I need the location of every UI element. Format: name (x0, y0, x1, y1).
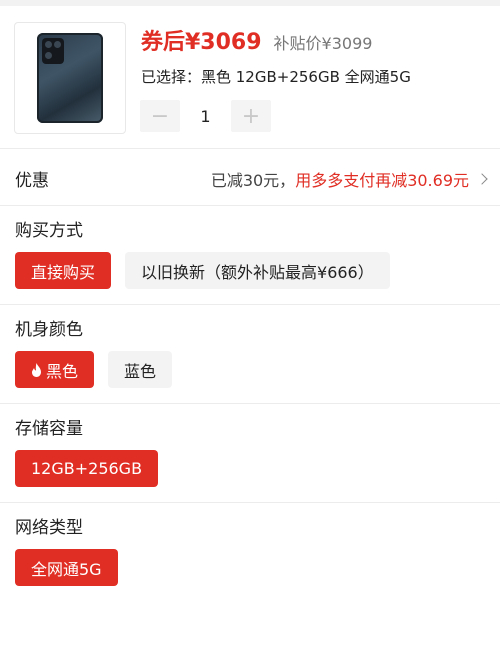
option-trade-in[interactable]: 以旧换新（额外补贴最高¥666） (125, 252, 390, 289)
storage-options: 12GB+256GB (15, 450, 159, 487)
discount-promo: 用多多支付再减30.69元 (295, 171, 469, 190)
discount-info: 已减30元， 用多多支付再减30.69元 (210, 167, 488, 191)
coupon-price: 券后¥3069 (141, 30, 262, 55)
section-title: 存储容量 (15, 419, 83, 439)
selected-spec: 已选择：黑色 12GB+256GB 全网通5G (141, 68, 411, 86)
discount-reduced: 已减30元， (210, 171, 296, 190)
camera-module (42, 38, 64, 64)
purchase-method-options: 直接购买 以旧换新（额外补贴最高¥666） (15, 252, 390, 289)
option-label: 黑色 (46, 361, 79, 381)
quantity-stepper: − 1 + (140, 100, 271, 132)
option-storage-12-256[interactable]: 12GB+256GB (15, 450, 159, 487)
option-color-black[interactable]: 黑色 (15, 351, 95, 388)
network-section: 网络类型 全网通5G (0, 503, 500, 601)
discount-row[interactable]: 优惠 已减30元， 用多多支付再减30.69元 (0, 149, 500, 205)
flame-icon (32, 362, 41, 377)
section-title: 购买方式 (15, 221, 83, 241)
discount-label: 优惠 (15, 171, 49, 191)
chevron-right-icon (476, 173, 488, 185)
storage-section: 存储容量 12GB+256GB (0, 404, 500, 502)
subsidy-price: 补贴价¥3099 (273, 34, 373, 53)
color-section: 机身颜色 黑色 蓝色 (0, 305, 500, 403)
section-title: 机身颜色 (15, 320, 83, 340)
product-header: 券后¥3069 补贴价¥3099 已选择：黑色 12GB+256GB 全网通5G… (0, 6, 500, 148)
network-options: 全网通5G (15, 549, 118, 586)
decrement-button[interactable]: − (140, 100, 180, 132)
price-block: 券后¥3069 补贴价¥3099 (141, 24, 372, 56)
quantity-value[interactable]: 1 (180, 107, 231, 126)
product-thumbnail[interactable] (14, 22, 126, 134)
purchase-method-section: 购买方式 直接购买 以旧换新（额外补贴最高¥666） (0, 206, 500, 304)
increment-button[interactable]: + (231, 100, 271, 132)
option-color-blue[interactable]: 蓝色 (108, 351, 173, 388)
option-network-5g[interactable]: 全网通5G (15, 549, 118, 586)
color-options: 黑色 蓝色 (15, 351, 173, 388)
section-title: 网络类型 (15, 518, 83, 538)
phone-image (37, 33, 103, 123)
option-direct-buy[interactable]: 直接购买 (15, 252, 112, 289)
